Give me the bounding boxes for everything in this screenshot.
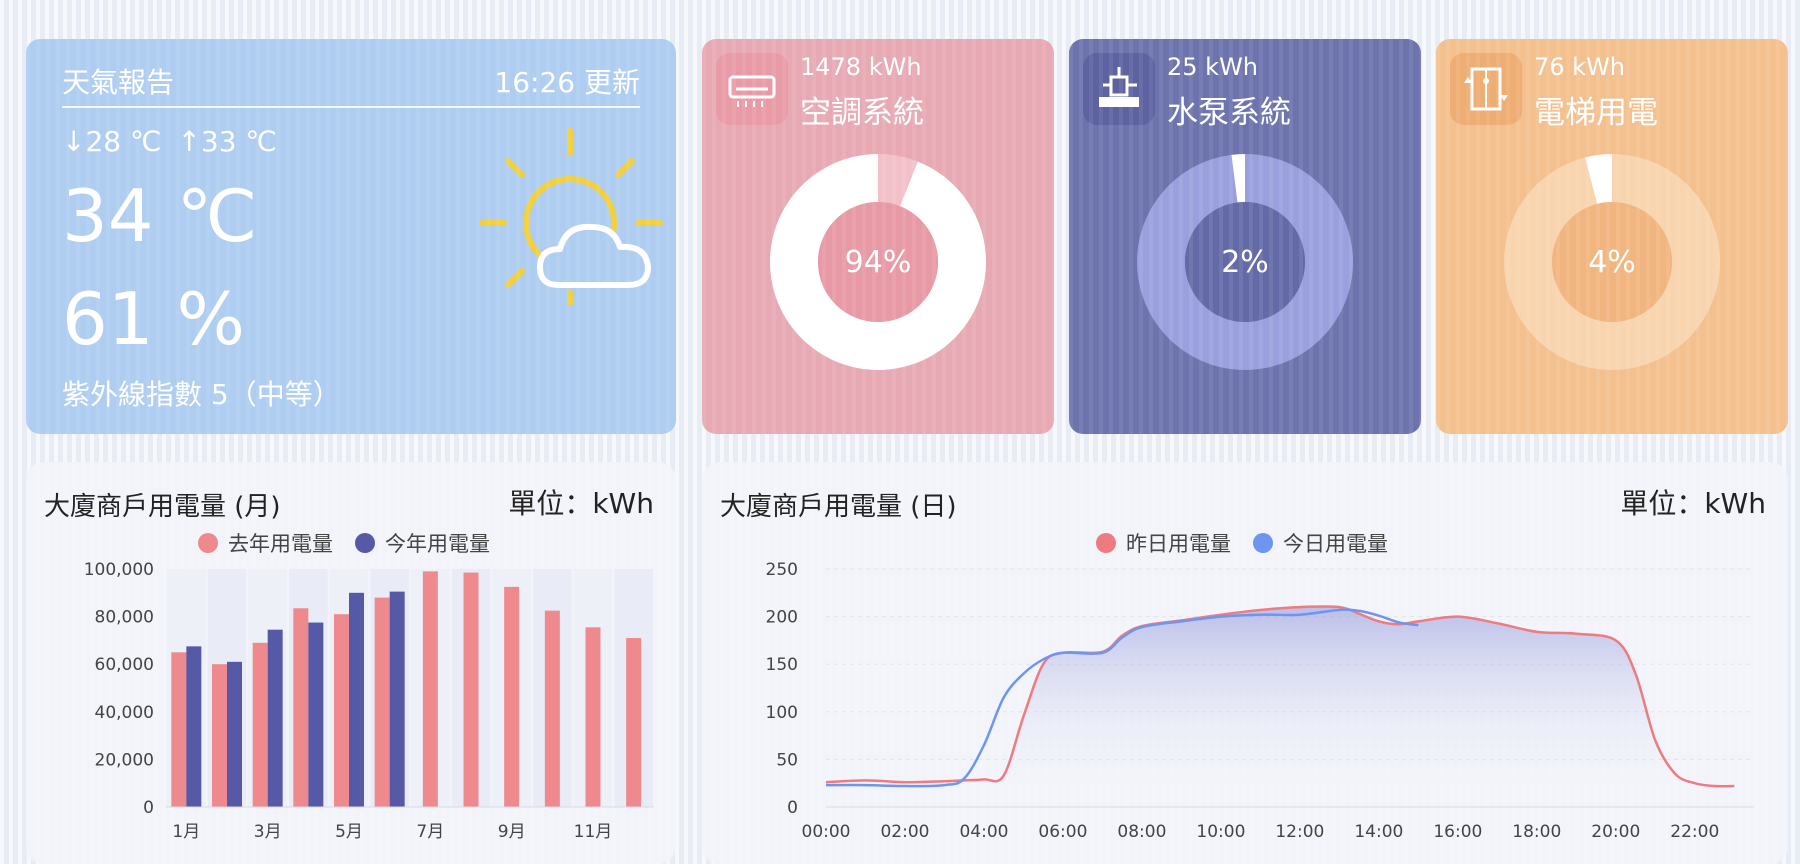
water-pump-icon bbox=[1083, 53, 1155, 125]
y-tick-label: 40,000 bbox=[95, 703, 154, 723]
ac-energy-value: 1478 kWh bbox=[800, 53, 922, 81]
x-tick-label: 04:00 bbox=[959, 822, 1008, 842]
bar-last-year[interactable] bbox=[212, 664, 227, 807]
elevator-card: 76 kWh 電梯用電 4% bbox=[1436, 39, 1788, 434]
weather-title: 天氣報告 bbox=[62, 66, 175, 99]
bar-last-year[interactable] bbox=[585, 627, 601, 807]
daily-line-chart[interactable]: 0 50 100 150 200 250 00:00 02:00 04:00 06:00 08:00… bbox=[702, 462, 1788, 864]
weather-card: 天氣報告 16:26 更新 ↓28 ℃ ↑33 ℃ 34 ℃ 61 % 紫外線指數… bbox=[26, 39, 676, 434]
x-tick-label: 02:00 bbox=[880, 822, 929, 842]
ac-system-name: 空調系統 bbox=[800, 95, 924, 131]
y-tick-label: 50 bbox=[776, 750, 798, 770]
elevator-icon bbox=[1450, 53, 1522, 125]
x-tick-label: 12:00 bbox=[1275, 822, 1324, 842]
y-tick-label: 100,000 bbox=[84, 560, 154, 580]
x-tick-label: 7月 bbox=[416, 822, 444, 842]
bar-last-year[interactable] bbox=[463, 572, 479, 807]
x-tick-label: 5月 bbox=[335, 822, 363, 842]
bar-last-year[interactable] bbox=[544, 610, 560, 807]
water-pump-card: 25 kWh 水泵系統 2% bbox=[1069, 39, 1421, 434]
x-tick-label: 18:00 bbox=[1512, 822, 1561, 842]
y-tick-label: 200 bbox=[766, 608, 798, 628]
uv-index: 紫外線指數 5（中等） bbox=[62, 378, 341, 411]
y-tick-label: 0 bbox=[143, 798, 154, 818]
bar-last-year[interactable] bbox=[626, 638, 642, 807]
x-tick-label: 14:00 bbox=[1354, 822, 1403, 842]
y-tick-label: 0 bbox=[787, 798, 798, 818]
x-tick-label: 08:00 bbox=[1117, 822, 1166, 842]
sun-cloud-icon bbox=[479, 128, 663, 306]
y-tick-label: 60,000 bbox=[95, 655, 154, 675]
elevator-percent-label: 4% bbox=[1588, 245, 1636, 280]
bar-last-year[interactable] bbox=[252, 642, 268, 807]
x-tick-label: 22:00 bbox=[1670, 822, 1719, 842]
pump-energy-value: 25 kWh bbox=[1167, 53, 1259, 81]
x-tick-label: 10:00 bbox=[1196, 822, 1245, 842]
x-tick-label: 16:00 bbox=[1433, 822, 1482, 842]
bar-this-year[interactable] bbox=[349, 592, 364, 807]
daily-usage-panel: 大廈商戶用電量 (日) 單位：kWh 昨日用電量 今日用電量 0 50 100 150… bbox=[702, 462, 1788, 864]
x-tick-label: 11月 bbox=[574, 822, 613, 842]
ac-donut-chart: 94% bbox=[770, 154, 986, 370]
x-tick-label: 9月 bbox=[498, 822, 526, 842]
temperature-range: ↓28 ℃ ↑33 ℃ bbox=[62, 125, 293, 158]
temperature-low: ↓28 ℃ bbox=[62, 125, 162, 158]
x-tick-label: 00:00 bbox=[802, 822, 851, 842]
bar-last-year[interactable] bbox=[504, 586, 520, 807]
y-tick-label: 150 bbox=[766, 655, 798, 675]
bar-this-year[interactable] bbox=[227, 661, 242, 807]
current-humidity: 61 % bbox=[62, 277, 245, 361]
air-conditioning-card: 1478 kWh 空調系統 94% bbox=[702, 39, 1054, 434]
bar-this-year[interactable] bbox=[267, 629, 283, 807]
x-tick-label: 3月 bbox=[254, 822, 282, 842]
bar-last-year[interactable] bbox=[374, 597, 390, 807]
monthly-usage-panel: 大廈商戶用電量 (月) 單位：kWh 去年用電量 今年用電量 0 20,000 40… bbox=[26, 462, 676, 864]
elevator-donut-chart: 4% bbox=[1504, 154, 1720, 370]
bar-this-year[interactable] bbox=[186, 646, 202, 807]
bar-last-year[interactable] bbox=[422, 571, 438, 807]
y-tick-label: 250 bbox=[766, 560, 798, 580]
y-tick-label: 80,000 bbox=[95, 608, 154, 628]
x-tick-label: 1月 bbox=[172, 822, 200, 842]
elevator-system-name: 電梯用電 bbox=[1534, 95, 1658, 131]
air-conditioner-icon bbox=[716, 53, 788, 125]
bar-last-year[interactable] bbox=[334, 614, 349, 807]
bar-last-year[interactable] bbox=[293, 608, 309, 807]
weather-divider bbox=[62, 106, 640, 108]
area-fill-yesterday bbox=[826, 606, 1735, 807]
weather-updated-time: 16:26 更新 bbox=[494, 66, 640, 99]
pump-percent-label: 2% bbox=[1221, 245, 1269, 280]
ac-percent-label: 94% bbox=[845, 245, 912, 280]
elevator-energy-value: 76 kWh bbox=[1534, 53, 1626, 81]
current-temperature: 34 ℃ bbox=[62, 174, 258, 258]
y-tick-label: 100 bbox=[766, 703, 798, 723]
bar-this-year[interactable] bbox=[389, 591, 405, 807]
x-tick-label: 06:00 bbox=[1038, 822, 1087, 842]
bar-last-year[interactable] bbox=[171, 652, 187, 807]
pump-donut-chart: 2% bbox=[1137, 154, 1353, 370]
y-tick-label: 20,000 bbox=[95, 750, 154, 770]
bar-this-year[interactable] bbox=[308, 622, 324, 807]
x-tick-label: 20:00 bbox=[1591, 822, 1640, 842]
monthly-bar-chart[interactable]: 0 20,000 40,000 60,000 80,000 100,000 1月 3月 5月 7月… bbox=[26, 462, 676, 864]
pump-system-name: 水泵系統 bbox=[1167, 95, 1291, 131]
temperature-high: ↑33 ℃ bbox=[177, 125, 277, 158]
